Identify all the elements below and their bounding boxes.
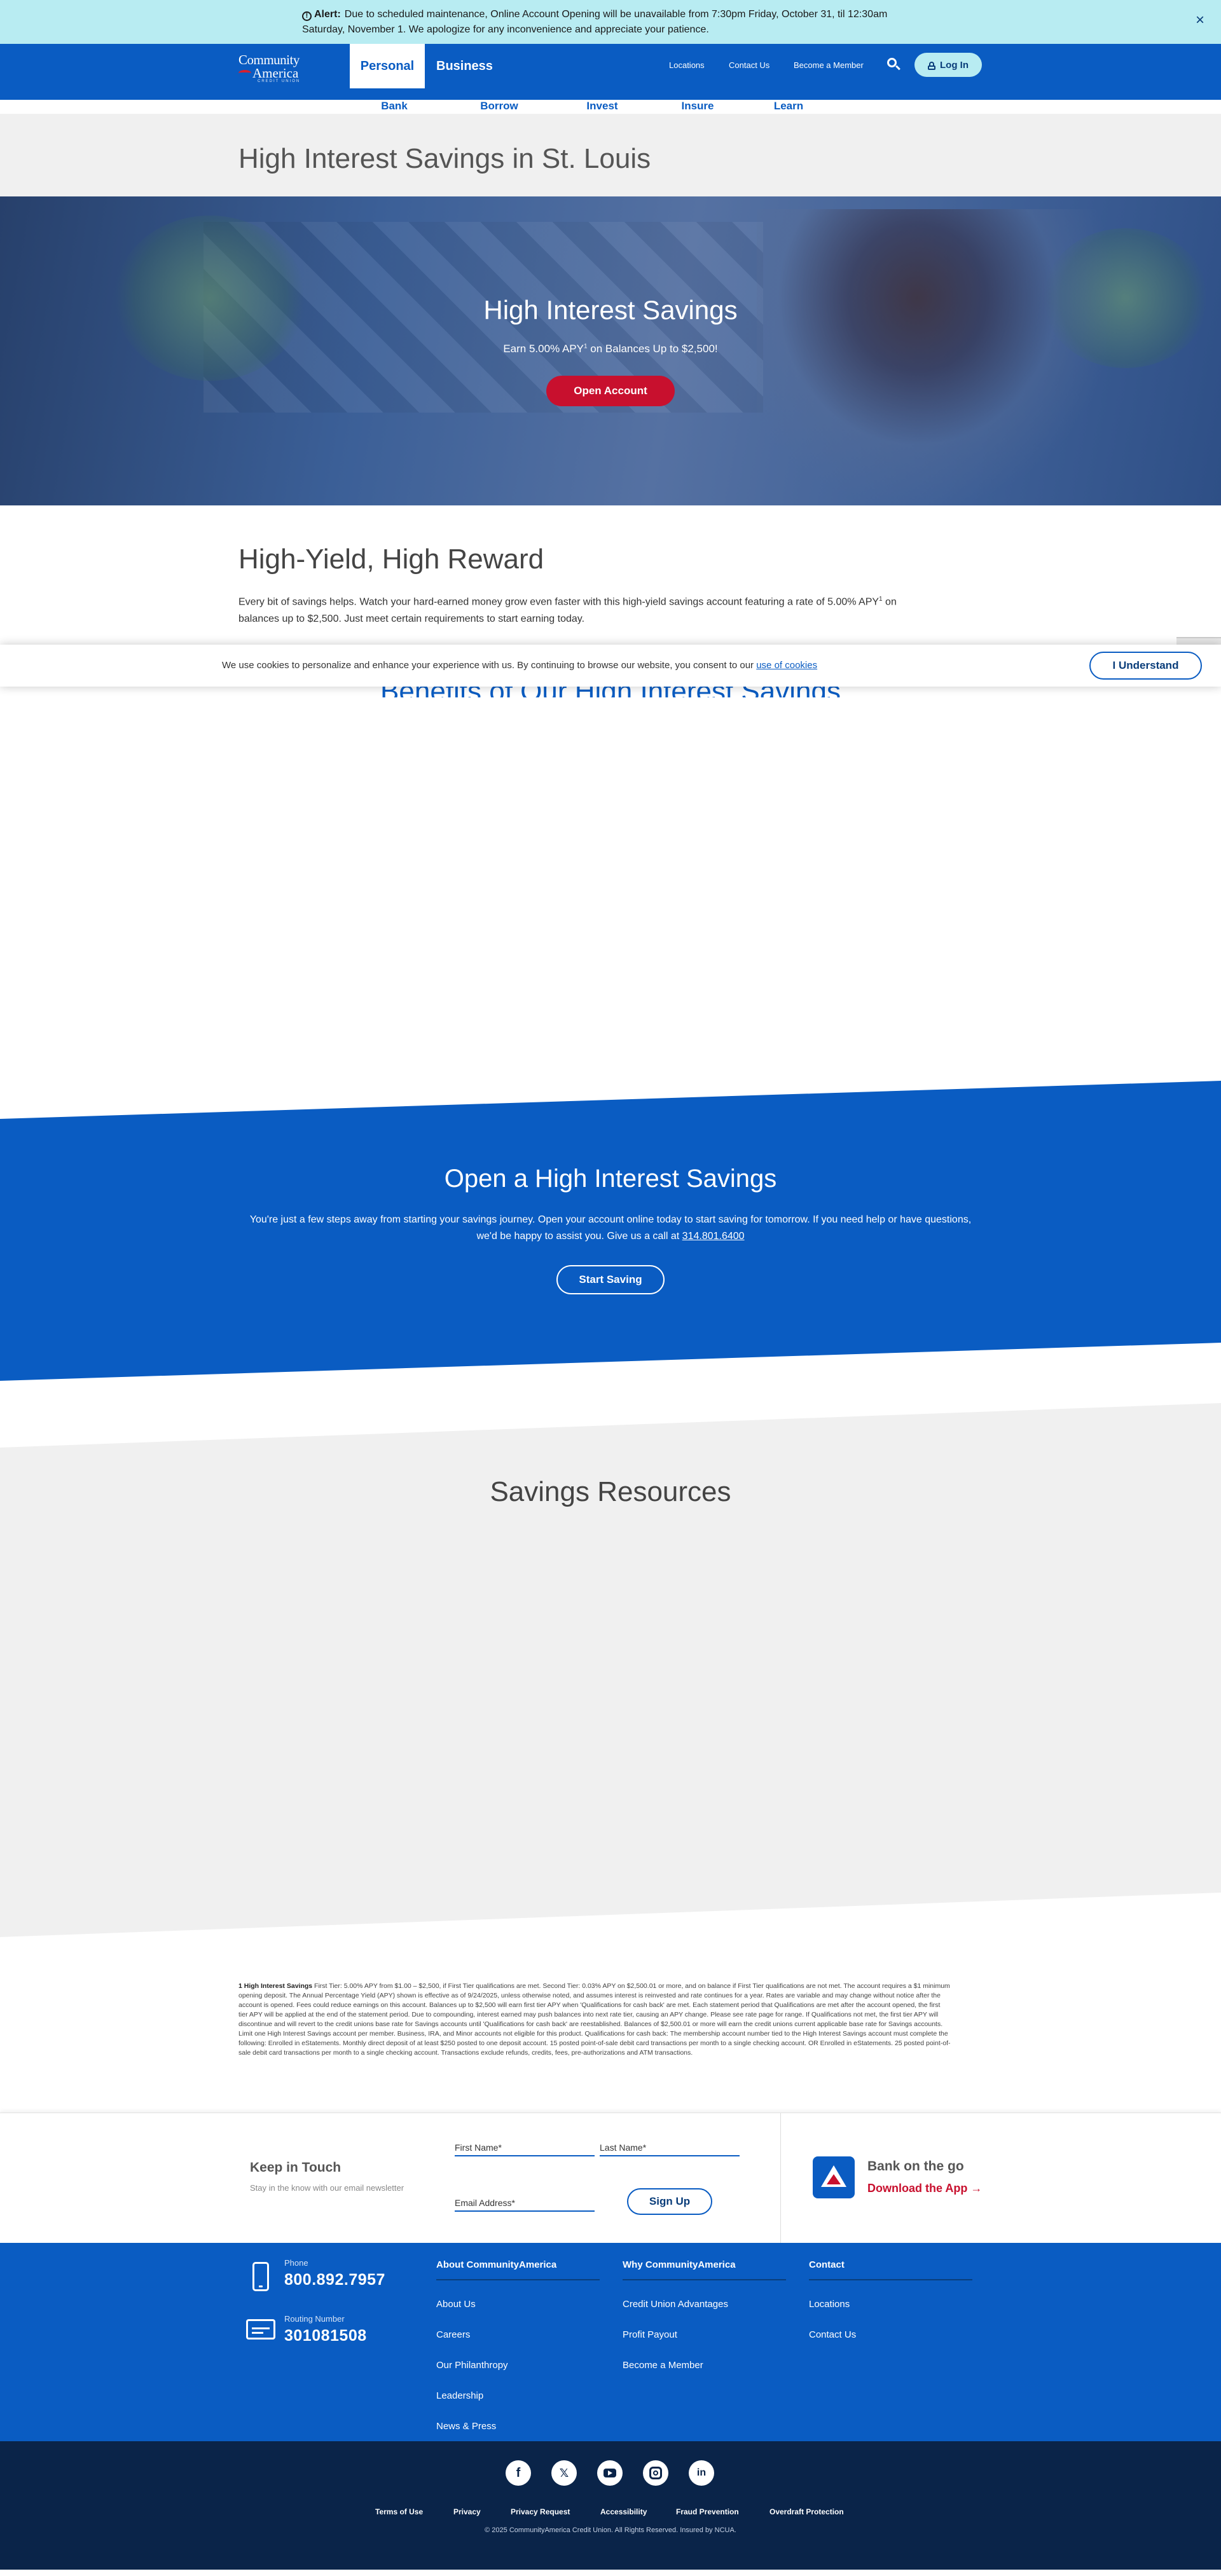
- hero-banner: High Interest Savings Earn 5.00% APY1 on…: [0, 196, 1221, 505]
- header-link-contact-us[interactable]: Contact Us: [729, 60, 769, 70]
- newsletter-divider: [780, 2113, 781, 2244]
- high-yield-heading: High-Yield, High Reward: [238, 544, 544, 575]
- header-link-locations[interactable]: Locations: [669, 60, 705, 70]
- legal-privacy-request[interactable]: Privacy Request: [511, 2507, 570, 2516]
- subnav-bank[interactable]: Bank: [350, 100, 439, 113]
- footer-link-contact-us[interactable]: Contact Us: [809, 2329, 856, 2340]
- logo-line1: Community: [238, 52, 300, 67]
- footer-link-leadership[interactable]: Leadership: [436, 2390, 483, 2401]
- tab-business[interactable]: Business: [436, 44, 493, 88]
- cookie-consent-bar: We use cookies to personalize and enhanc…: [0, 645, 1221, 687]
- close-icon[interactable]: ×: [1196, 13, 1204, 28]
- hero-subtitle: Earn 5.00% APY1 on Balances Up to $2,500…: [503, 343, 718, 355]
- site-header: Community America CREDIT UNION Personal …: [0, 44, 1221, 100]
- phone-icon: [252, 2262, 269, 2291]
- legal-accessibility[interactable]: Accessibility: [600, 2507, 647, 2516]
- cookie-accept-button[interactable]: I Understand: [1089, 652, 1202, 680]
- newsletter-subtitle: Stay in the know with our email newslett…: [250, 2183, 404, 2193]
- linkedin-icon[interactable]: in: [689, 2460, 714, 2486]
- instagram-icon[interactable]: [643, 2460, 668, 2486]
- app-title: Bank on the go: [867, 2159, 964, 2174]
- resources-heading: Savings Resources: [490, 1476, 731, 1507]
- legal-overdraft[interactable]: Overdraft Protection: [769, 2507, 844, 2516]
- high-yield-text: Every bit of savings helps. Watch your h…: [238, 596, 897, 625]
- login-button[interactable]: Log In: [914, 53, 982, 77]
- phone-number[interactable]: 800.892.7957: [284, 2271, 385, 2289]
- lock-icon: [928, 61, 935, 70]
- subnav-borrow[interactable]: Borrow: [455, 100, 544, 113]
- logo[interactable]: Community America CREDIT UNION: [238, 53, 340, 91]
- footer-main: Phone 800.892.7957 Routing Number 301081…: [0, 2243, 1221, 2441]
- sub-navigation: Bank Borrow Invest Insure Learn: [350, 100, 986, 114]
- disclosure-text: 1 High Interest Savings First Tier: 5.00…: [238, 1982, 951, 2057]
- tab-personal[interactable]: Personal: [350, 44, 425, 88]
- feedback-side-tab[interactable]: [1176, 637, 1221, 645]
- last-name-field[interactable]: Last Name*: [600, 2132, 740, 2156]
- alert-banner: ! Alert: Due to scheduled maintenance, Onl…: [0, 0, 1221, 44]
- footer-link-profit-payout[interactable]: Profit Payout: [623, 2329, 677, 2340]
- subnav-invest[interactable]: Invest: [558, 100, 647, 113]
- legal-privacy[interactable]: Privacy: [453, 2507, 481, 2516]
- open-account-button[interactable]: Open Account: [546, 376, 675, 406]
- alert-message: ! Alert: Due to scheduled maintenance, Onl…: [302, 7, 1065, 38]
- legal-fraud-prevention[interactable]: Fraud Prevention: [676, 2507, 739, 2516]
- footer-heading-contact: Contact: [809, 2259, 972, 2280]
- alert-line2: Saturday, November 1. We apologize for a…: [302, 24, 709, 35]
- footer-heading-about: About CommunityAmerica: [436, 2259, 600, 2280]
- footer-bottom: f 𝕏 in Terms of Use Privacy Privacy Requ…: [0, 2441, 1221, 2570]
- footer-link-careers[interactable]: Careers: [436, 2329, 470, 2340]
- copyright: © 2025 CommunityAmerica Credit Union. Al…: [485, 2526, 736, 2534]
- disclosure-label: 1 High Interest Savings: [238, 1982, 313, 1990]
- alert-circle-icon: !: [302, 11, 312, 21]
- routing-card-icon: [246, 2319, 275, 2340]
- routing-label: Routing Number: [284, 2314, 345, 2324]
- open-savings-heading: Open a High Interest Savings: [444, 1165, 777, 1193]
- phone-label: Phone: [284, 2258, 308, 2268]
- header-link-become-member[interactable]: Become a Member: [794, 60, 864, 70]
- download-app-link[interactable]: Download the App →: [867, 2182, 982, 2195]
- footer-link-news[interactable]: News & Press: [436, 2421, 496, 2432]
- phone-link[interactable]: 314.801.6400: [682, 1231, 745, 1242]
- subnav-learn[interactable]: Learn: [744, 100, 833, 113]
- login-label: Log In: [940, 59, 969, 71]
- footer-link-advantages[interactable]: Credit Union Advantages: [623, 2299, 728, 2310]
- subnav-insure[interactable]: Insure: [653, 100, 742, 113]
- newsletter-title: Keep in Touch: [250, 2160, 341, 2175]
- hero-title: High Interest Savings: [483, 295, 738, 325]
- legal-terms[interactable]: Terms of Use: [375, 2507, 423, 2516]
- alert-label: Alert:: [314, 9, 341, 20]
- hero-person-image: [757, 209, 1113, 505]
- footer-heading-why: Why CommunityAmerica: [623, 2259, 786, 2280]
- logo-line2: America: [252, 65, 299, 81]
- alert-line1: Due to scheduled maintenance, Online Acc…: [344, 9, 888, 20]
- logo-swoosh-icon: [238, 70, 251, 76]
- signup-button[interactable]: Sign Up: [627, 2188, 712, 2215]
- start-saving-button[interactable]: Start Saving: [556, 1265, 665, 1294]
- page-title-band: High Interest Savings in St. Louis: [0, 114, 1221, 196]
- page-bottom-strip: [0, 2570, 1221, 2576]
- first-name-field[interactable]: First Name*: [455, 2132, 595, 2156]
- open-savings-text: You're just a few steps away from starti…: [249, 1214, 972, 1242]
- footer-link-philanthropy[interactable]: Our Philanthropy: [436, 2360, 508, 2371]
- x-icon[interactable]: 𝕏: [551, 2460, 577, 2486]
- page-title: High Interest Savings in St. Louis: [238, 143, 651, 174]
- newsletter-section: Keep in Touch Stay in the know with our …: [0, 2113, 1221, 2244]
- cookie-text: We use cookies to personalize and enhanc…: [222, 660, 818, 671]
- footer-link-become-member[interactable]: Become a Member: [623, 2360, 703, 2371]
- footer-link-about-us[interactable]: About Us: [436, 2299, 476, 2310]
- facebook-icon[interactable]: f: [506, 2460, 531, 2486]
- cookie-policy-link[interactable]: use of cookies: [756, 660, 817, 671]
- routing-number: 301081508: [284, 2327, 367, 2345]
- app-icon[interactable]: [813, 2156, 855, 2198]
- youtube-icon[interactable]: [597, 2460, 623, 2486]
- footer-link-locations[interactable]: Locations: [809, 2299, 850, 2310]
- search-icon[interactable]: [886, 57, 902, 73]
- email-field[interactable]: Email Address*: [455, 2188, 595, 2212]
